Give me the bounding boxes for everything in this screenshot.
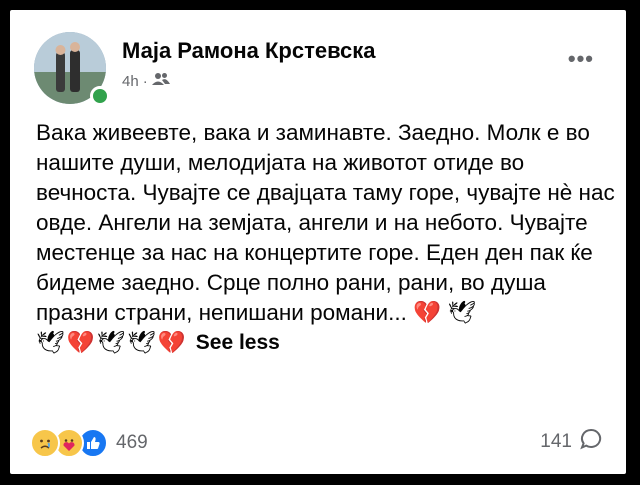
post-text: Вака живеевте, вака и заминавте. Заедно.… — [36, 118, 621, 328]
reaction-count: 469 — [116, 432, 148, 453]
comments-summary[interactable]: 141 — [540, 428, 602, 456]
reactions-summary[interactable]: 469 — [30, 428, 148, 458]
see-less-link[interactable]: See less — [196, 328, 280, 358]
meta-separator: · — [142, 72, 148, 90]
emoji-line: 🕊 💔 🕊 🕊 💔 See less — [36, 328, 621, 358]
post-meta: 4h · — [122, 72, 170, 90]
comment-count: 141 — [540, 431, 572, 452]
friends-icon — [151, 72, 170, 90]
post-time[interactable]: 4h — [122, 73, 139, 90]
broken-heart-icon: 💔 — [413, 300, 442, 325]
post-body: Вака живеевте, вака и заминавте. Заедно.… — [36, 118, 621, 358]
broken-heart-icon: 💔 — [66, 330, 95, 355]
post-card: Маја Рамона Крстевска 4h · ••• Вака живе… — [10, 10, 626, 474]
broken-heart-icon: 💔 — [157, 330, 186, 355]
author-name[interactable]: Маја Рамона Крстевска — [122, 38, 376, 64]
sad-face-icon — [30, 428, 60, 458]
comment-bubble-icon — [580, 428, 602, 456]
more-options-button[interactable]: ••• — [568, 46, 594, 72]
dove-icon: 🕊 — [447, 300, 476, 325]
dove-icon: 🕊 — [127, 330, 156, 355]
online-status-dot — [90, 86, 110, 106]
dove-icon: 🕊 — [36, 330, 65, 355]
post-text-content: Вака живеевте, вака и заминавте. Заедно.… — [36, 120, 615, 325]
dove-icon: 🕊 — [96, 330, 126, 355]
